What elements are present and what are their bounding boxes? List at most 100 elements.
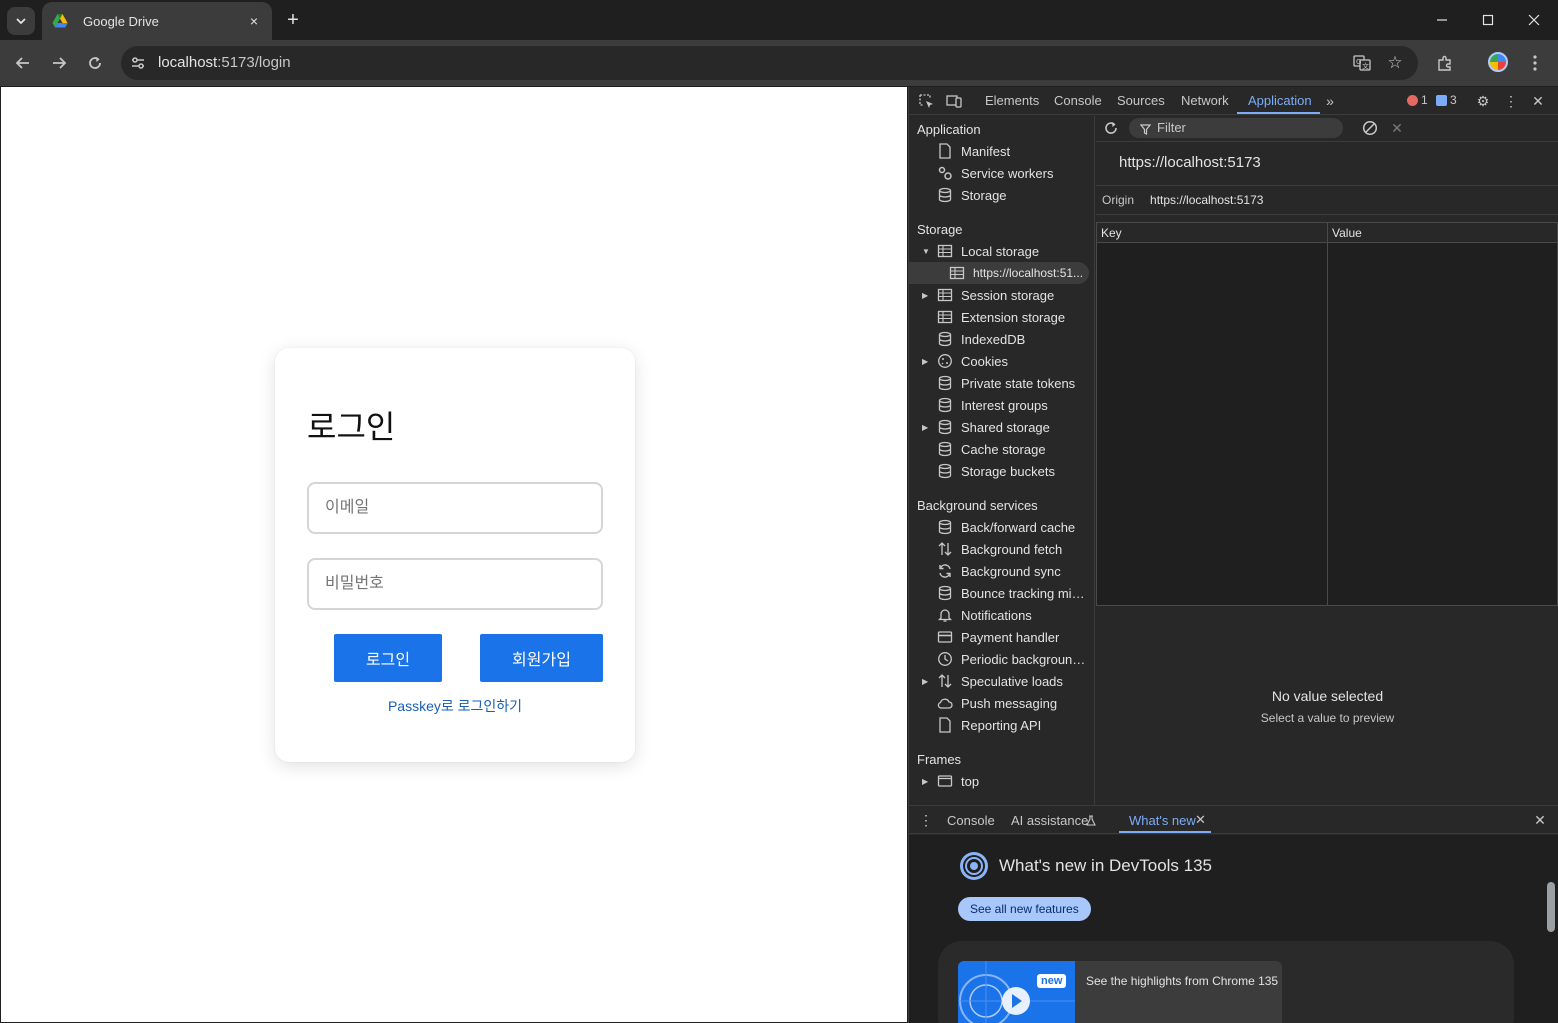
database-icon bbox=[938, 375, 952, 391]
sidebar-item-shared-storage[interactable]: ▶ Shared storage bbox=[909, 416, 1095, 438]
collapsed-arrow-icon[interactable]: ▶ bbox=[922, 423, 928, 432]
sidebar-item-private-state-tokens[interactable]: Private state tokens bbox=[909, 372, 1095, 394]
drawer-tab-ai-assistance[interactable]: AI assistance bbox=[1011, 813, 1088, 828]
column-divider[interactable] bbox=[1327, 223, 1328, 605]
drawer-tab-whats-new[interactable]: What's new bbox=[1129, 813, 1196, 828]
see-all-features-button[interactable]: See all new features bbox=[958, 897, 1091, 921]
message-badge[interactable]: 3 bbox=[1436, 93, 1457, 107]
file-icon bbox=[939, 143, 951, 159]
error-badge[interactable]: 1 bbox=[1407, 93, 1428, 107]
clear-all-icon[interactable] bbox=[1361, 119, 1379, 137]
url-text[interactable]: localhost:5173/login bbox=[158, 54, 291, 71]
collapsed-arrow-icon[interactable]: ▶ bbox=[922, 357, 928, 366]
video-thumbnail[interactable]: new bbox=[958, 961, 1075, 1023]
tab-sources[interactable]: Sources bbox=[1117, 93, 1165, 108]
database-icon bbox=[938, 397, 952, 413]
error-count: 1 bbox=[1421, 93, 1428, 107]
close-devtools-icon[interactable]: ✕ bbox=[1529, 92, 1547, 110]
drawer-menu-icon[interactable]: ⋮ bbox=[917, 811, 935, 829]
drawer-tab-console[interactable]: Console bbox=[947, 813, 995, 828]
highlights-video-card[interactable]: new See the highlights from Chrome 135 bbox=[958, 961, 1282, 1023]
tab-application[interactable]: Application bbox=[1248, 93, 1312, 108]
close-window-icon[interactable] bbox=[1524, 10, 1544, 30]
column-value[interactable]: Value bbox=[1332, 226, 1362, 240]
extensions-icon[interactable] bbox=[1434, 52, 1456, 74]
cookie-icon bbox=[938, 354, 952, 368]
expanded-arrow-icon[interactable]: ▼ bbox=[922, 247, 930, 256]
sidebar-item-manifest[interactable]: Manifest bbox=[909, 140, 1095, 162]
tab-network[interactable]: Network bbox=[1181, 93, 1229, 108]
password-input[interactable] bbox=[307, 558, 603, 610]
device-toolbar-icon[interactable] bbox=[945, 92, 963, 110]
highlights-text[interactable]: See the highlights from Chrome 135 bbox=[1086, 974, 1278, 988]
collapsed-arrow-icon[interactable]: ▶ bbox=[922, 677, 928, 686]
up-down-arrows-icon bbox=[938, 674, 952, 688]
inspect-element-icon[interactable] bbox=[917, 92, 935, 110]
translate-icon[interactable]: G文 bbox=[1353, 54, 1371, 72]
reload-icon[interactable] bbox=[84, 52, 106, 74]
tab-console[interactable]: Console bbox=[1054, 93, 1102, 108]
sidebar-item-storage[interactable]: Storage bbox=[909, 184, 1095, 206]
sidebar-item-payment-handler[interactable]: Payment handler bbox=[909, 626, 1095, 648]
signup-button[interactable]: 회원가입 bbox=[480, 634, 603, 682]
drawer-scrollbar[interactable] bbox=[1543, 864, 1558, 1023]
sidebar-item-cookies[interactable]: ▶ Cookies bbox=[909, 350, 1095, 372]
sidebar-item-frame-top[interactable]: ▶ top bbox=[909, 770, 1095, 792]
sidebar-item-service-workers[interactable]: Service workers bbox=[909, 162, 1095, 184]
sidebar-item-session-storage[interactable]: ▶ Session storage bbox=[909, 284, 1095, 306]
sidebar-item-reporting-api[interactable]: Reporting API bbox=[909, 714, 1095, 736]
sidebar-item-local-storage[interactable]: ▼ Local storage bbox=[909, 240, 1095, 262]
origin-heading: https://localhost:5173 bbox=[1119, 154, 1261, 171]
scrollbar-thumb[interactable] bbox=[1547, 882, 1555, 932]
settings-gear-icon[interactable]: ⚙ bbox=[1474, 92, 1492, 110]
address-bar[interactable]: localhost:5173/login G文 ☆ bbox=[121, 46, 1418, 80]
sidebar-item-back-forward-cache[interactable]: Back/forward cache bbox=[909, 516, 1095, 538]
profile-avatar[interactable] bbox=[1488, 52, 1508, 72]
back-icon[interactable] bbox=[12, 52, 34, 74]
sidebar-item-bounce-tracking[interactable]: Bounce tracking miti... bbox=[909, 582, 1095, 604]
passkey-login-link[interactable]: Passkey로 로그인하기 bbox=[275, 696, 635, 716]
browser-menu-icon[interactable] bbox=[1524, 52, 1546, 74]
site-settings-icon[interactable] bbox=[130, 55, 146, 71]
frame-icon bbox=[937, 775, 953, 787]
sidebar-item-indexeddb[interactable]: IndexedDB bbox=[909, 328, 1095, 350]
maximize-icon[interactable] bbox=[1478, 10, 1498, 30]
sidebar-item-local-storage-origin[interactable]: https://localhost:51... bbox=[909, 262, 1089, 284]
forward-icon[interactable] bbox=[48, 52, 70, 74]
local-storage-pane: Filter ✕ https://localhost:5173 Origin ht… bbox=[1096, 116, 1558, 805]
divider bbox=[1096, 214, 1558, 215]
tab-search-button[interactable] bbox=[7, 7, 35, 35]
application-sidebar: Application Manifest Service workers Sto… bbox=[909, 116, 1095, 805]
email-input[interactable] bbox=[307, 482, 603, 534]
collapsed-arrow-icon[interactable]: ▶ bbox=[922, 777, 928, 786]
sidebar-item-background-sync[interactable]: Background sync bbox=[909, 560, 1095, 582]
filter-input[interactable]: Filter bbox=[1129, 118, 1343, 138]
storage-toolbar: Filter ✕ bbox=[1096, 116, 1558, 142]
login-button[interactable]: 로그인 bbox=[334, 634, 442, 682]
sidebar-item-background-fetch[interactable]: Background fetch bbox=[909, 538, 1095, 560]
sidebar-item-periodic-background[interactable]: Periodic background ... bbox=[909, 648, 1095, 670]
delete-selected-icon[interactable]: ✕ bbox=[1388, 119, 1406, 137]
more-tabs-icon[interactable]: » bbox=[1321, 92, 1339, 110]
browser-tab[interactable]: Google Drive × bbox=[42, 2, 272, 40]
new-tab-button[interactable]: + bbox=[283, 9, 303, 31]
close-tab-icon[interactable]: × bbox=[246, 13, 262, 29]
sidebar-item-speculative-loads[interactable]: ▶ Speculative loads bbox=[909, 670, 1095, 692]
sidebar-item-notifications[interactable]: Notifications bbox=[909, 604, 1095, 626]
close-tab-icon[interactable]: ✕ bbox=[1195, 812, 1206, 828]
sidebar-item-cache-storage[interactable]: Cache storage bbox=[909, 438, 1095, 460]
refresh-icon[interactable] bbox=[1102, 119, 1120, 137]
sidebar-item-push-messaging[interactable]: Push messaging bbox=[909, 692, 1095, 714]
minimize-icon[interactable] bbox=[1432, 10, 1452, 30]
sidebar-item-extension-storage[interactable]: Extension storage bbox=[909, 306, 1095, 328]
column-key[interactable]: Key bbox=[1101, 226, 1122, 240]
bookmark-star-icon[interactable]: ☆ bbox=[1386, 53, 1404, 72]
sidebar-item-storage-buckets[interactable]: Storage buckets bbox=[909, 460, 1095, 482]
close-drawer-icon[interactable]: ✕ bbox=[1531, 811, 1549, 829]
sidebar-item-interest-groups[interactable]: Interest groups bbox=[909, 394, 1095, 416]
key-value-table[interactable]: Key Value bbox=[1096, 222, 1558, 606]
origin-value: https://localhost:5173 bbox=[1150, 193, 1264, 207]
tab-elements[interactable]: Elements bbox=[985, 93, 1039, 108]
devtools-menu-icon[interactable]: ⋮ bbox=[1502, 92, 1520, 110]
collapsed-arrow-icon[interactable]: ▶ bbox=[922, 291, 928, 300]
